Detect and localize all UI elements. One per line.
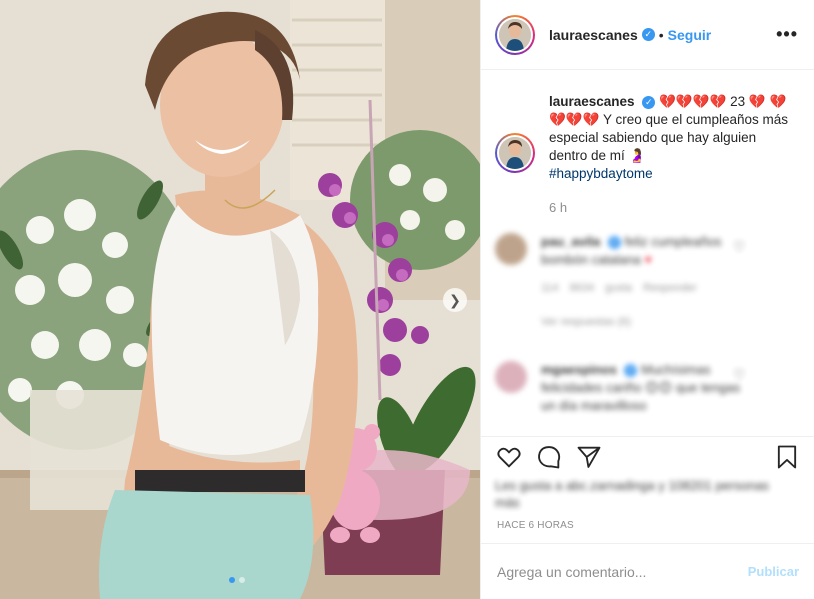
- comment-like-icon[interactable]: ♡: [733, 239, 745, 255]
- verified-badge-icon: ✓: [642, 96, 656, 109]
- commenter-avatar[interactable]: [495, 233, 527, 265]
- carousel-next-button[interactable]: ❯: [443, 288, 467, 312]
- more-options-icon[interactable]: •••: [776, 24, 800, 45]
- broken-heart-emoji: 💔: [748, 94, 766, 109]
- comment-username[interactable]: pau_avila: [541, 234, 600, 249]
- verified-badge-icon: ✓: [641, 28, 655, 41]
- carousel-dot-active: [229, 577, 235, 583]
- caption-username[interactable]: lauraescanes: [549, 94, 635, 109]
- pregnant-emoji: 🤰: [628, 148, 646, 163]
- caption-timestamp: 6 h: [549, 200, 568, 215]
- comment-time: 114: [541, 282, 559, 294]
- post-header: lauraescanes ✓ • Seguir •••: [481, 0, 814, 70]
- broken-hearts-emoji: 💔💔💔💔: [659, 94, 727, 109]
- follow-button[interactable]: Seguir: [668, 27, 712, 43]
- add-comment-bar: Publicar: [481, 543, 814, 599]
- likes-count[interactable]: Les gusta a abc.zarnadinga y 108201 pers…: [495, 477, 795, 511]
- post-actions-bar: [481, 436, 814, 476]
- heart-icon[interactable]: [495, 443, 523, 471]
- carousel-indicator: [229, 577, 245, 583]
- carousel-dot: [239, 577, 245, 583]
- comments-section[interactable]: lauraescanes ✓ 💔💔💔💔 23 💔 💔💔💔💔 Y creo que…: [481, 71, 814, 436]
- caption-avatar[interactable]: [495, 133, 535, 173]
- comment-like-icon[interactable]: ♡: [733, 367, 745, 383]
- bookmark-icon[interactable]: [773, 443, 801, 471]
- profile-avatar[interactable]: [495, 14, 535, 55]
- publish-button[interactable]: Publicar: [748, 564, 799, 579]
- post-caption: lauraescanes ✓ 💔💔💔💔 23 💔 💔💔💔💔 Y creo que…: [481, 71, 814, 217]
- hashtag-link[interactable]: #happybdaytome: [549, 166, 653, 181]
- post-timestamp: HACE 6 HORAS: [497, 520, 574, 531]
- post-photo[interactable]: ❯: [0, 0, 480, 599]
- comment-username[interactable]: mgaespinos: [541, 362, 617, 377]
- caption-number: 23: [730, 94, 746, 109]
- verified-badge-icon: ✓: [624, 364, 638, 377]
- photo-illustration: [0, 0, 480, 599]
- post-side-panel: lauraescanes ✓ • Seguir ••• lauraescanes…: [480, 0, 814, 599]
- comment-item: pau_avila ✓ feliz cumpleaños bombón cata…: [481, 233, 765, 331]
- share-icon[interactable]: [575, 443, 603, 471]
- comment-icon[interactable]: [535, 443, 563, 471]
- separator-dot: •: [658, 26, 664, 43]
- comment-item: mgaespinos ✓ Muchísimas felicidades cari…: [481, 361, 765, 415]
- verified-badge-icon: ✓: [607, 236, 621, 249]
- comment-reply-button[interactable]: Responder: [643, 282, 697, 294]
- commenter-avatar[interactable]: [495, 361, 527, 393]
- post-author-username[interactable]: lauraescanes: [549, 27, 638, 43]
- view-replies-link[interactable]: Ver respuestas (6): [541, 313, 751, 331]
- comment-input[interactable]: [497, 563, 748, 580]
- comment-likes[interactable]: 8634 gusta: [570, 282, 632, 294]
